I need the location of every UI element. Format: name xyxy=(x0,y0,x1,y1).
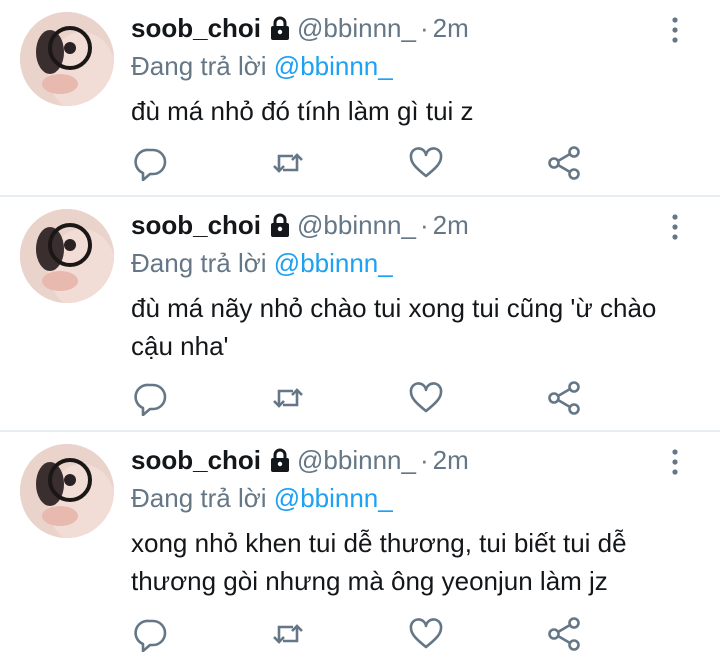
retweet-icon[interactable] xyxy=(270,380,306,416)
retweet-icon[interactable] xyxy=(270,145,306,181)
reply-icon[interactable] xyxy=(133,145,169,181)
reply-icon[interactable] xyxy=(133,616,169,652)
reply-context: Đang trả lời @bbinnn_ xyxy=(131,482,690,514)
reply-prefix: Đang trả lời xyxy=(131,483,267,513)
avatar[interactable] xyxy=(20,12,114,106)
share-icon[interactable] xyxy=(547,145,583,181)
tweet-2[interactable]: soob_choi @bbinnn_ · 2m Đang trả lời @bb… xyxy=(0,197,720,432)
more-vertical-icon[interactable] xyxy=(670,16,680,44)
tweet-3[interactable]: soob_choi @bbinnn_ · 2m Đang trả lời @bb… xyxy=(0,432,720,666)
tweet-1[interactable]: soob_choi @bbinnn_ · 2m Đang trả lời @bb… xyxy=(0,0,720,197)
separator: · xyxy=(419,209,429,240)
avatar[interactable] xyxy=(20,209,114,303)
reply-context: Đang trả lời @bbinnn_ xyxy=(131,50,690,82)
tweet-body: soob_choi @bbinnn_ · 2m Đang trả lời @bb… xyxy=(131,207,690,365)
display-name[interactable]: soob_choi xyxy=(131,13,261,44)
avatar[interactable] xyxy=(20,444,114,538)
tweet-text: đù má nãy nhỏ chào tui xong tui cũng 'ừ … xyxy=(131,293,657,361)
tweet-header: soob_choi @bbinnn_ · 2m xyxy=(131,10,690,46)
reply-mention[interactable]: @bbinnn_ xyxy=(274,248,393,278)
handle[interactable]: @bbinnn_ xyxy=(297,445,416,476)
more-vertical-icon[interactable] xyxy=(670,448,680,476)
tweet-actions xyxy=(131,380,591,416)
heart-icon[interactable] xyxy=(408,380,444,416)
tweet-body: soob_choi @bbinnn_ · 2m Đang trả lời @bb… xyxy=(131,10,690,130)
reply-context: Đang trả lời @bbinnn_ xyxy=(131,247,690,279)
tweet-feed: soob_choi @bbinnn_ · 2m Đang trả lời @bb… xyxy=(0,0,720,666)
display-name[interactable]: soob_choi xyxy=(131,445,261,476)
separator: · xyxy=(419,444,429,475)
reply-mention[interactable]: @bbinnn_ xyxy=(274,51,393,81)
handle[interactable]: @bbinnn_ xyxy=(297,13,416,44)
lock-icon xyxy=(269,447,291,473)
share-icon[interactable] xyxy=(547,380,583,416)
reply-icon[interactable] xyxy=(133,380,169,416)
tweet-header: soob_choi @bbinnn_ · 2m xyxy=(131,207,690,243)
tweet-actions xyxy=(131,145,591,181)
separator: · xyxy=(419,12,429,43)
lock-icon xyxy=(269,15,291,41)
handle[interactable]: @bbinnn_ xyxy=(297,210,416,241)
share-icon[interactable] xyxy=(547,616,583,652)
tweet-actions xyxy=(131,616,591,652)
reply-prefix: Đang trả lời xyxy=(131,248,267,278)
lock-icon xyxy=(269,212,291,238)
tweet-text: đù má nhỏ đó tính làm gì tui z xyxy=(131,96,474,126)
timestamp[interactable]: 2m xyxy=(433,13,469,44)
reply-prefix: Đang trả lời xyxy=(131,51,267,81)
display-name[interactable]: soob_choi xyxy=(131,210,261,241)
heart-icon[interactable] xyxy=(408,145,444,181)
tweet-text: xong nhỏ khen tui dễ thương, tui biết tu… xyxy=(131,528,627,596)
heart-icon[interactable] xyxy=(408,616,444,652)
retweet-icon[interactable] xyxy=(270,616,306,652)
timestamp[interactable]: 2m xyxy=(433,445,469,476)
reply-mention[interactable]: @bbinnn_ xyxy=(274,483,393,513)
tweet-body: soob_choi @bbinnn_ · 2m Đang trả lời @bb… xyxy=(131,442,690,600)
timestamp[interactable]: 2m xyxy=(433,210,469,241)
more-vertical-icon[interactable] xyxy=(670,213,680,241)
tweet-header: soob_choi @bbinnn_ · 2m xyxy=(131,442,690,478)
